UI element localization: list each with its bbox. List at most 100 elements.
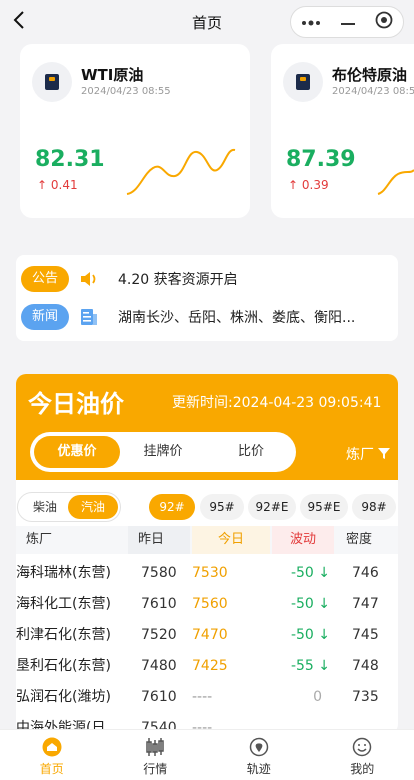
row-wave-value: -55 <box>290 658 314 674</box>
fuel-type-toggle: 柴油 汽油 <box>17 492 121 522</box>
location-icon <box>248 737 270 757</box>
price-card-wti[interactable]: WTI原油 2024/04/23 08:55 82.31 ↑ 0.41 <box>20 44 250 218</box>
tab-home[interactable]: 首页 <box>0 730 104 780</box>
row-wave-value: -50 <box>290 565 314 581</box>
arrow-up-icon: ↑ <box>37 178 48 192</box>
news-badge: 新闻 <box>21 304 69 330</box>
row-today: 7470 <box>192 627 228 643</box>
card-change: ↑ 0.39 <box>288 178 329 192</box>
fuel-gasoline[interactable]: 汽油 <box>68 495 118 519</box>
card-change-value: 0.39 <box>301 178 329 192</box>
row-wave: -50 ↓ <box>274 620 330 651</box>
row-yesterday: 7480 <box>141 658 177 674</box>
announcement-badge: 公告 <box>21 266 69 292</box>
sparkline-chart <box>377 169 414 195</box>
table-header: 炼厂 昨日 今日 波动 密度 <box>16 526 398 554</box>
card-time: 2024/04/23 08:55 <box>81 86 171 97</box>
row-refinery: 海科瑞林(东营) <box>16 565 111 581</box>
smile-face-icon <box>351 737 373 757</box>
table-row[interactable]: 垦利石化(东营) 7480 7425 -55 ↓ 748 <box>16 651 398 682</box>
row-density: 745 <box>352 627 379 643</box>
row-density: 746 <box>352 565 379 581</box>
tab-mine[interactable]: 我的 <box>311 730 414 780</box>
card-time: 2024/04/23 08:55 <box>332 86 414 97</box>
arrow-down-icon: ↓ <box>318 658 330 674</box>
panel-header: 今日油价 更新时间:2024-04-23 09:05:41 优惠价 挂牌价 比价… <box>16 374 398 480</box>
card-price: 87.39 <box>286 147 356 172</box>
row-refinery: 弘润石化(潍坊) <box>16 689 111 705</box>
update-time: 更新时间:2024-04-23 09:05:41 <box>172 395 382 411</box>
card-change-value: 0.41 <box>50 178 78 192</box>
arrow-up-icon: ↑ <box>288 178 299 192</box>
tab-track[interactable]: 轨迹 <box>207 730 311 780</box>
table-row[interactable]: 海科化工(东营) 7610 7560 -50 ↓ 747 <box>16 589 398 620</box>
row-wave-value: -50 <box>290 627 314 643</box>
arrow-down-icon: ↓ <box>318 596 330 612</box>
grade-92[interactable]: 92# <box>149 494 195 520</box>
top-nav: 首页 <box>0 0 414 44</box>
fuel-diesel[interactable]: 柴油 <box>20 495 70 519</box>
filter-icon <box>378 447 391 463</box>
oil-logo-icon <box>32 62 72 102</box>
table-row[interactable]: 弘润石化(潍坊) 7610 ---- 0 735 <box>16 682 398 713</box>
home-icon <box>41 737 63 757</box>
grade-95e[interactable]: 95#E <box>300 494 348 520</box>
row-yesterday: 7610 <box>141 596 177 612</box>
card-name: 布伦特原油 <box>332 66 408 84</box>
tab-label: 我的 <box>350 762 375 776</box>
tab-label: 轨迹 <box>246 762 271 776</box>
news-row[interactable]: 新闻 湖南长沙、岳阳、株洲、娄底、衡阳... <box>21 302 391 332</box>
col-yesterday: 昨日 <box>128 526 190 554</box>
panel-title: 今日油价 <box>28 390 124 418</box>
card-name: WTI原油 <box>81 66 144 84</box>
row-wave: -50 ↓ <box>274 589 330 620</box>
row-density: 747 <box>352 596 379 612</box>
announcement-row[interactable]: 公告 4.20 获客资源开启 <box>21 264 391 294</box>
notice-board: 公告 4.20 获客资源开启 新闻 湖南长沙、岳阳、株洲、娄底、衡阳... <box>16 255 398 341</box>
card-change: ↑ 0.41 <box>37 178 78 192</box>
price-card-carousel[interactable]: WTI原油 2024/04/23 08:55 82.31 ↑ 0.41 布伦特原… <box>0 44 414 222</box>
row-wave: -55 ↓ <box>274 651 330 682</box>
row-wave: -50 ↓ <box>274 558 330 589</box>
refinery-filter[interactable]: 炼厂 <box>346 444 391 464</box>
col-density: 密度 <box>346 532 373 547</box>
candlestick-icon <box>144 737 166 757</box>
more-dots-icon[interactable] <box>301 14 321 30</box>
tab-discount-price[interactable]: 优惠价 <box>34 436 120 468</box>
row-wave: 0 <box>313 689 322 705</box>
price-card-brent[interactable]: 布伦特原油 2024/04/23 08:55 87.39 ↑ 0.39 <box>271 44 414 218</box>
news-text: 湖南长沙、岳阳、株洲、娄底、衡阳... <box>118 310 356 326</box>
oil-logo-icon <box>283 62 323 102</box>
table-row[interactable]: 海科瑞林(东营) 7580 7530 -50 ↓ 746 <box>16 558 398 589</box>
mini-program-capsule <box>290 6 404 38</box>
tab-compare-price[interactable]: 比价 <box>208 436 294 468</box>
tab-listed-price[interactable]: 挂牌价 <box>120 436 206 468</box>
grade-92e[interactable]: 92#E <box>248 494 296 520</box>
minimize-icon[interactable] <box>340 14 356 30</box>
row-today: ---- <box>192 689 213 705</box>
table-row[interactable]: 利津石化(东营) 7520 7470 -50 ↓ 745 <box>16 620 398 651</box>
col-refinery: 炼厂 <box>26 532 53 547</box>
bottom-tab-bar: 首页 行情 轨迹 我的 <box>0 729 414 780</box>
row-wave-value: -50 <box>290 596 314 612</box>
grade-95[interactable]: 95# <box>200 494 244 520</box>
sparkline-chart <box>126 148 236 195</box>
filter-label: 炼厂 <box>346 447 374 463</box>
row-yesterday: 7520 <box>141 627 177 643</box>
col-today: 今日 <box>192 526 270 554</box>
target-circle-icon[interactable] <box>375 11 393 33</box>
grade-98[interactable]: 98# <box>352 494 396 520</box>
row-yesterday: 7580 <box>141 565 177 581</box>
row-today: 7560 <box>192 596 228 612</box>
row-refinery: 海科化工(东营) <box>16 596 111 612</box>
announcement-text: 4.20 获客资源开启 <box>118 272 238 288</box>
arrow-down-icon: ↓ <box>318 627 330 643</box>
tab-label: 行情 <box>143 762 168 776</box>
price-type-segment: 优惠价 挂牌价 比价 <box>30 432 296 472</box>
row-density: 735 <box>352 689 379 705</box>
arrow-down-icon: ↓ <box>318 565 330 581</box>
news-icon <box>79 308 99 326</box>
tab-label: 首页 <box>39 762 64 776</box>
tab-market[interactable]: 行情 <box>104 730 208 780</box>
col-wave: 波动 <box>272 526 334 554</box>
